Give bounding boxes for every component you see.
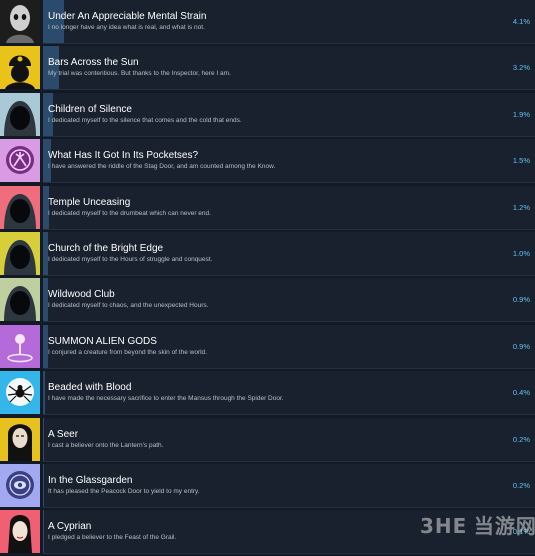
unlock-percentage: 1.5%	[512, 156, 530, 165]
seer-portrait-icon	[0, 418, 40, 461]
unlock-rate-bar	[43, 418, 44, 461]
achievement-title: Beaded with Blood	[48, 382, 132, 393]
achievement-description: I pledged a believer to the Feast of the…	[48, 534, 177, 541]
unlock-percentage: 1.9%	[512, 110, 530, 119]
achievement-title: A Cyprian	[48, 521, 92, 532]
unlock-rate-bar	[43, 464, 44, 507]
achievement-title: SUMMON ALIEN GODS	[48, 336, 157, 347]
hooded-figure-icon	[0, 232, 40, 275]
achievement-title: Church of the Bright Edge	[48, 243, 164, 254]
achievement-row[interactable]: Temple Unceasing I dedicated myself to th…	[0, 186, 535, 232]
achievement-panel: Bars Across the Sun My trial was contenti…	[43, 46, 535, 90]
watermark-logo: 3HE	[420, 514, 468, 538]
unlock-percentage: 0.4%	[512, 388, 530, 397]
achievement-title: Bars Across the Sun	[48, 57, 139, 68]
achievement-panel: Under An Appreciable Mental Strain I no l…	[43, 0, 535, 44]
pale-face-icon	[0, 0, 40, 43]
unlock-rate-bar	[43, 325, 48, 368]
watermark: 3HE 当游网	[420, 510, 535, 539]
achievement-description: I conjured a creature from beyond the sk…	[48, 349, 207, 356]
achievement-row[interactable]: What Has It Got In Its Pocketses? I have …	[0, 139, 535, 185]
unlock-percentage: 0.9%	[512, 342, 530, 351]
achievement-panel: A Seer I cast a believer onto the Lantern…	[43, 418, 535, 462]
unlock-percentage: 0.9%	[512, 295, 530, 304]
achievement-row[interactable]: Church of the Bright Edge I dedicated mys…	[0, 232, 535, 278]
achievement-panel: Temple Unceasing I dedicated myself to th…	[43, 186, 535, 230]
achievement-description: I cast a believer onto the Lantern's pat…	[48, 442, 164, 449]
achievement-description: It has pleased the Peacock Door to yield…	[48, 488, 200, 495]
achievement-description: I no longer have any idea what is real, …	[48, 24, 205, 31]
cyprian-portrait-icon	[0, 510, 40, 553]
achievement-description: I dedicated myself to the Hours of strug…	[48, 256, 213, 263]
unlock-percentage: 4.1%	[512, 17, 530, 26]
achievement-title: Under An Appreciable Mental Strain	[48, 11, 207, 22]
achievement-title: Temple Unceasing	[48, 197, 131, 208]
achievement-row[interactable]: Under An Appreciable Mental Strain I no l…	[0, 0, 535, 46]
achievement-description: I have made the necessary sacrifice to e…	[48, 395, 284, 402]
achievement-description: I dedicated myself to chaos, and the une…	[48, 302, 209, 309]
unlock-percentage: 1.0%	[512, 249, 530, 258]
hooded-figure-icon	[0, 186, 40, 229]
unlock-rate-bar	[43, 371, 45, 414]
achievement-title: What Has It Got In Its Pocketses?	[48, 150, 199, 161]
watermark-text: 当游网	[473, 516, 535, 538]
unlock-rate-bar	[43, 510, 44, 553]
stag-door-sigil-icon	[0, 139, 40, 182]
achievement-title: Wildwood Club	[48, 289, 115, 300]
achievement-title: Children of Silence	[48, 104, 132, 115]
achievement-panel: In the Glassgarden It has pleased the Pea…	[43, 464, 535, 508]
spider-icon	[0, 371, 40, 414]
unlock-percentage: 0.2%	[512, 481, 530, 490]
achievement-row[interactable]: Bars Across the Sun My trial was contenti…	[0, 46, 535, 92]
achievement-row[interactable]: A Seer I cast a believer onto the Lantern…	[0, 418, 535, 464]
achievement-description: I dedicated myself to the drumbeat which…	[48, 210, 211, 217]
achievement-row[interactable]: SUMMON ALIEN GODS I conjured a creature f…	[0, 325, 535, 371]
achievement-panel: What Has It Got In Its Pocketses? I have …	[43, 139, 535, 183]
achievement-row[interactable]: Beaded with Blood I have made the necessa…	[0, 371, 535, 417]
unlock-percentage: 3.2%	[512, 63, 530, 72]
peacock-door-icon	[0, 464, 40, 507]
achievement-title: In the Glassgarden	[48, 475, 133, 486]
achievement-panel: Children of Silence I dedicated myself to…	[43, 93, 535, 137]
constable-icon	[0, 46, 40, 89]
achievement-panel: Beaded with Blood I have made the necessa…	[43, 371, 535, 415]
achievement-row[interactable]: In the Glassgarden It has pleased the Pea…	[0, 464, 535, 510]
achievement-description: I have answered the riddle of the Stag D…	[48, 163, 276, 170]
achievement-panel: SUMMON ALIEN GODS I conjured a creature f…	[43, 325, 535, 369]
achievement-row[interactable]: Wildwood Club I dedicated myself to chaos…	[0, 278, 535, 324]
achievement-description: I dedicated myself to the silence that c…	[48, 117, 242, 124]
achievement-panel: Church of the Bright Edge I dedicated mys…	[43, 232, 535, 276]
summoning-icon	[0, 325, 40, 368]
achievement-row[interactable]: Children of Silence I dedicated myself to…	[0, 93, 535, 139]
unlock-percentage: 1.2%	[512, 203, 530, 212]
hooded-figure-icon	[0, 93, 40, 136]
unlock-percentage: 0.2%	[512, 435, 530, 444]
achievement-title: A Seer	[48, 429, 79, 440]
achievement-description: My trial was contentious. But thanks to …	[48, 70, 231, 77]
unlock-rate-bar	[43, 278, 48, 321]
achievement-panel: Wildwood Club I dedicated myself to chaos…	[43, 278, 535, 322]
hooded-figure-icon	[0, 278, 40, 321]
